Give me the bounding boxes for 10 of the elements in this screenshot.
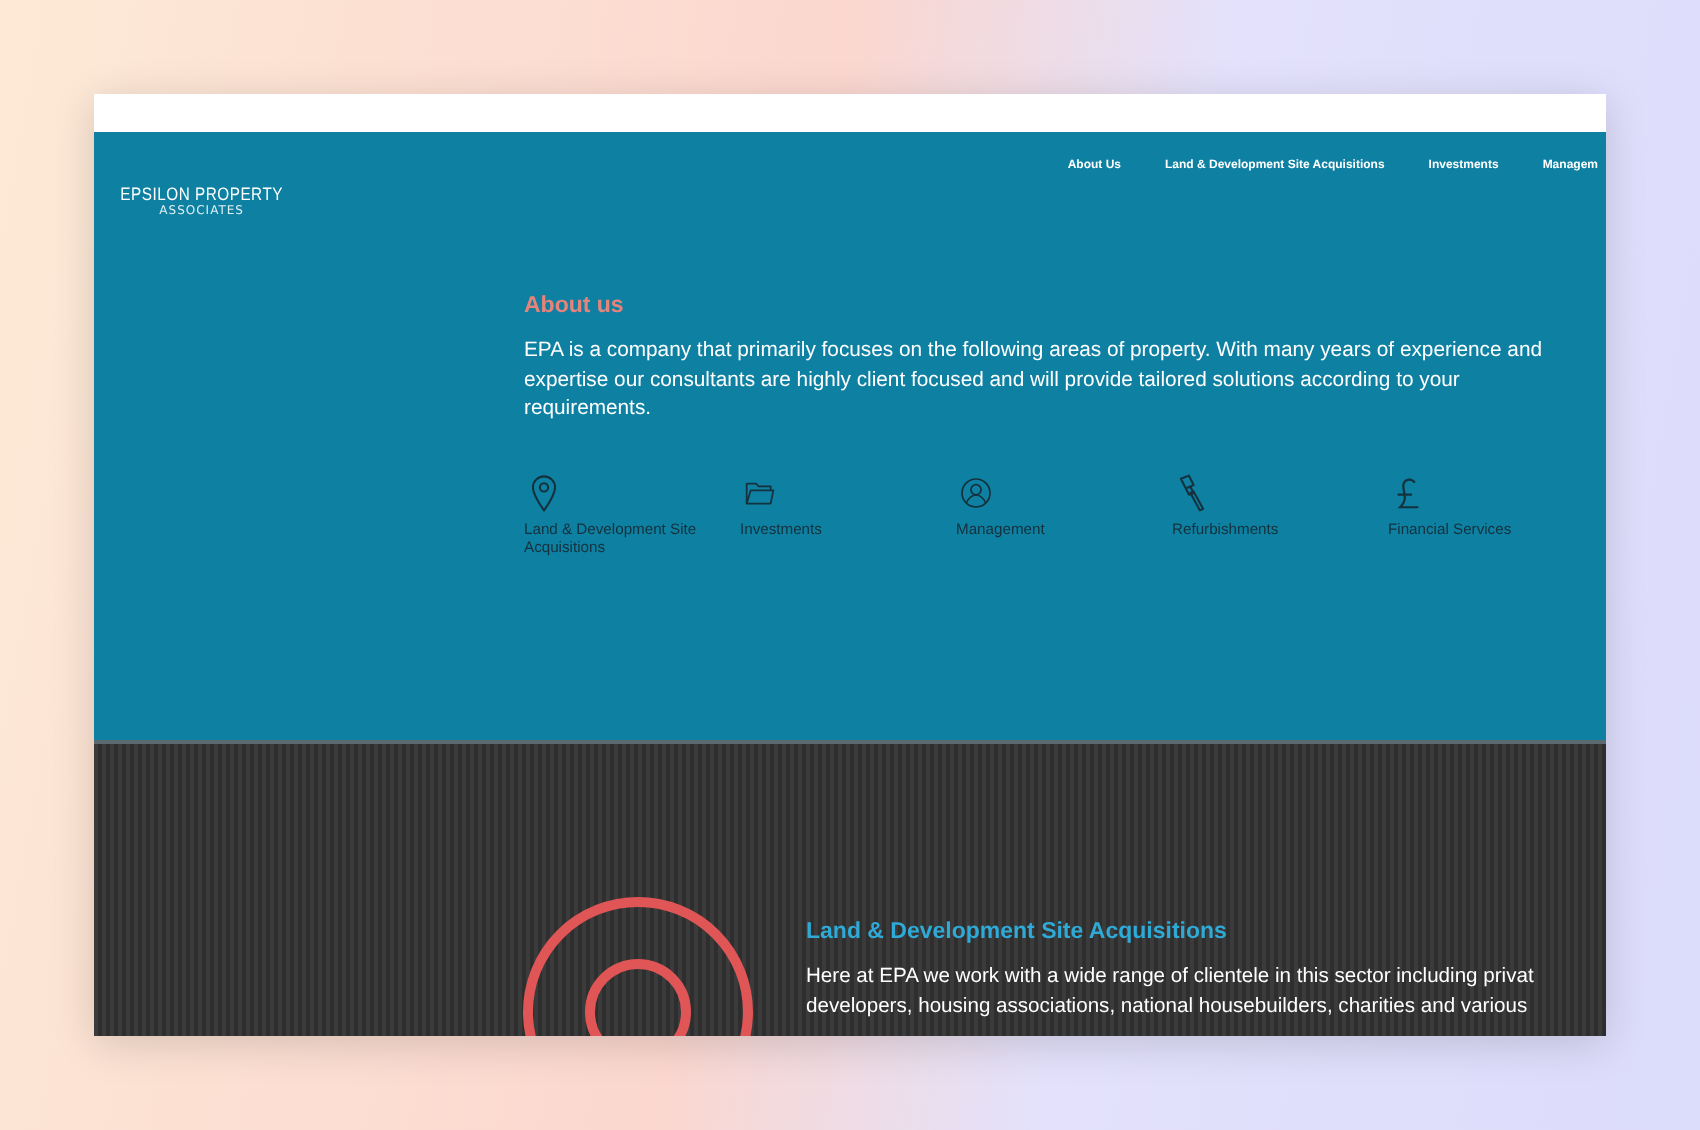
feature-text-line: Here at EPA we work with a wide range of clientele in this sector including privat — [806, 964, 1534, 992]
feature-text-line: developers, housing associations, national housebuilders, charities and various — [806, 993, 1530, 1021]
user-circle-icon — [960, 473, 992, 511]
location-pin-icon — [528, 473, 560, 511]
logo-text[interactable]: EPSILON PROPERTY — [120, 184, 283, 204]
section-title: About us — [524, 294, 626, 318]
feature-title: Land & Development Site Acquisitions — [806, 920, 1229, 944]
about-paragraph: EPA is a company that primarily focuses on the following areas of property. With many years of experience and expertise our consultants are highly client focused and will provide tailored solutions according to your requirements. — [524, 338, 1545, 424]
paint-brush-icon — [1176, 473, 1208, 511]
pound-sign-icon — [1392, 473, 1424, 511]
